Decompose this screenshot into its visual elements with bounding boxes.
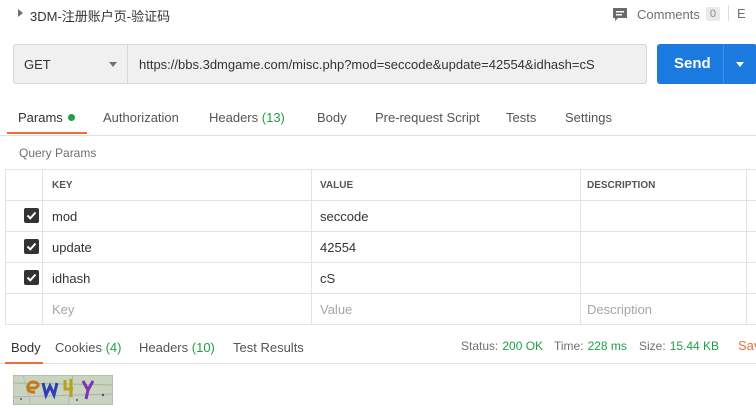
response-tab-cookies[interactable]: Cookies (4): [55, 340, 121, 355]
comments-button[interactable]: Comments 0: [612, 4, 720, 24]
check-icon: [26, 211, 37, 220]
tab-params[interactable]: Params: [18, 110, 75, 125]
comments-label: Comments: [637, 6, 700, 22]
check-icon: [26, 242, 37, 251]
table-row: idhash cS: [6, 263, 756, 294]
param-description[interactable]: [581, 232, 747, 262]
row-checkbox[interactable]: [24, 270, 39, 285]
tab-pre-request-script[interactable]: Pre-request Script: [375, 110, 480, 125]
table-header-row: KEY VALUE DESCRIPTION: [6, 170, 756, 201]
row-checkbox-cell: [6, 201, 43, 231]
response-time[interactable]: Time: 228 ms: [554, 339, 627, 353]
method-select[interactable]: GET: [14, 45, 128, 83]
row-checkbox-cell: [6, 294, 43, 324]
tab-tests[interactable]: Tests: [506, 110, 536, 125]
comments-count-badge: 0: [705, 7, 720, 21]
param-key[interactable]: mod: [43, 201, 312, 231]
header-checkbox-column: [6, 170, 43, 200]
response-status: Status: 200 OK: [461, 339, 544, 353]
column-header-key: KEY: [43, 170, 312, 200]
param-description[interactable]: [581, 201, 747, 231]
collapse-caret-icon[interactable]: [18, 9, 23, 17]
topbar-divider: [728, 5, 729, 21]
column-header-value: VALUE: [312, 170, 581, 200]
response-tab-body[interactable]: Body: [11, 340, 41, 355]
param-value[interactable]: cS: [312, 263, 581, 293]
table-row: mod seccode: [6, 201, 756, 232]
row-checkbox-cell: [6, 232, 43, 262]
captcha-image: [13, 375, 113, 405]
url-input[interactable]: [128, 45, 646, 83]
tab-authorization[interactable]: Authorization: [103, 110, 179, 125]
topbar-extra-item[interactable]: E: [737, 6, 746, 21]
tab-settings[interactable]: Settings: [565, 110, 612, 125]
query-params-label: Query Params: [19, 146, 97, 160]
param-value[interactable]: seccode: [312, 201, 581, 231]
save-response-button[interactable]: Sav: [738, 338, 756, 353]
request-header-bar: 3DM-注册账户页-验证码 Comments 0 E: [0, 0, 756, 30]
active-response-tab-underline: [5, 362, 43, 364]
row-spacer: [747, 232, 756, 262]
send-label: Send: [674, 55, 711, 72]
response-tabs: Body Cookies (4) Headers (10) Test Resul…: [0, 324, 756, 364]
tab-headers[interactable]: Headers (13): [209, 110, 285, 125]
chevron-down-icon: [109, 62, 117, 67]
row-checkbox-cell: [6, 263, 43, 293]
new-value-input[interactable]: Value: [312, 294, 581, 324]
params-active-dot: [67, 114, 75, 121]
column-header-options: [747, 170, 756, 200]
param-key[interactable]: idhash: [43, 263, 312, 293]
send-divider: [723, 44, 724, 84]
tab-body[interactable]: Body: [317, 110, 347, 125]
row-spacer: [747, 294, 756, 324]
request-title[interactable]: 3DM-注册账户页-验证码: [30, 6, 170, 25]
send-button[interactable]: Send: [657, 44, 756, 84]
response-tab-headers[interactable]: Headers (10): [139, 340, 215, 355]
column-header-description: DESCRIPTION: [581, 170, 747, 200]
new-param-row: Key Value Description: [6, 294, 756, 325]
param-value[interactable]: 42554: [312, 232, 581, 262]
param-key[interactable]: update: [43, 232, 312, 262]
comment-icon: [613, 7, 627, 21]
row-spacer: [747, 263, 756, 293]
send-options-chevron-icon[interactable]: [736, 62, 744, 67]
url-bar: GET: [13, 44, 647, 84]
response-tab-test-results[interactable]: Test Results: [233, 340, 304, 355]
new-description-input[interactable]: Description: [581, 294, 747, 324]
row-checkbox[interactable]: [24, 239, 39, 254]
active-tab-underline: [7, 132, 87, 134]
check-icon: [26, 273, 37, 282]
table-row: update 42554: [6, 232, 756, 263]
method-label: GET: [24, 57, 51, 72]
param-description[interactable]: [581, 263, 747, 293]
query-params-table: KEY VALUE DESCRIPTION mod seccode update…: [5, 169, 756, 325]
new-key-input[interactable]: Key: [43, 294, 312, 324]
row-spacer: [747, 201, 756, 231]
request-tabs: Params Authorization Headers (13) Body P…: [0, 100, 756, 136]
row-checkbox[interactable]: [24, 208, 39, 223]
response-size[interactable]: Size: 15.44 KB: [639, 339, 719, 353]
